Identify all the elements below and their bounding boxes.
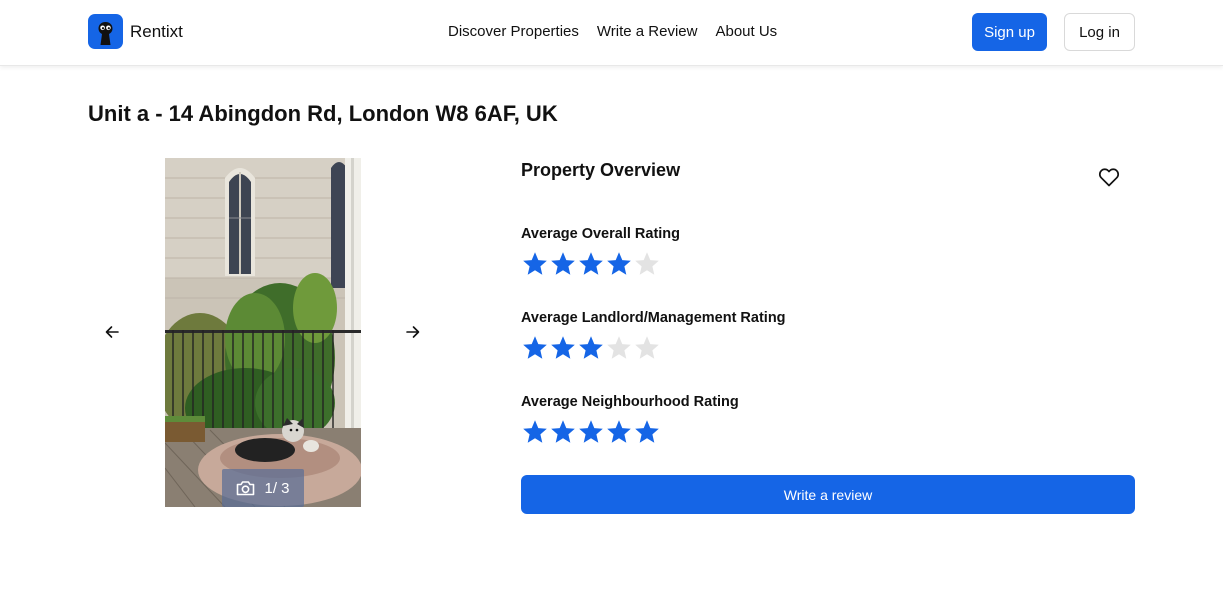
landlord-rating-stars	[521, 334, 661, 362]
star-filled-icon	[551, 420, 575, 443]
star-filled-icon	[523, 420, 547, 443]
neighbourhood-rating-stars	[521, 418, 661, 446]
login-button[interactable]: Log in	[1064, 13, 1135, 51]
star-filled-icon	[579, 336, 603, 359]
signup-button[interactable]: Sign up	[972, 13, 1047, 51]
star-filled-icon	[607, 420, 631, 443]
page-title: Unit a - 14 Abingdon Rd, London W8 6AF, …	[88, 101, 558, 126]
nav-write-a-review[interactable]: Write a Review	[597, 23, 698, 40]
property-photo[interactable]: 1/ 3	[165, 158, 361, 507]
nav-discover-properties[interactable]: Discover Properties	[448, 23, 579, 40]
arrow-right-icon[interactable]	[401, 320, 425, 344]
star-filled-icon	[579, 420, 603, 443]
star-empty-icon	[635, 252, 659, 275]
star-filled-icon	[523, 336, 547, 359]
star-empty-icon	[635, 336, 659, 359]
star-filled-icon	[551, 336, 575, 359]
landlord-rating-label: Average Landlord/Management Rating	[521, 310, 786, 326]
star-filled-icon	[523, 252, 547, 275]
keyhole-logo-icon	[88, 14, 123, 49]
star-empty-icon	[607, 336, 631, 359]
nav-about-us[interactable]: About Us	[715, 23, 777, 40]
camera-icon	[237, 481, 255, 496]
star-filled-icon	[551, 252, 575, 275]
photo-counter: 1/ 3	[222, 469, 304, 507]
overview-title: Property Overview	[521, 160, 681, 180]
heart-icon[interactable]	[1097, 165, 1121, 189]
star-filled-icon	[579, 252, 603, 275]
site-header: Rentixt Discover Properties Write a Revi…	[0, 0, 1223, 66]
main-nav: Discover Properties Write a Review About…	[448, 23, 777, 40]
overall-rating-label: Average Overall Rating	[521, 226, 681, 242]
brand-home-link[interactable]: Rentixt	[88, 14, 183, 49]
neighbourhood-rating-label: Average Neighbourhood Rating	[521, 394, 739, 410]
photo-counter-text: 1/ 3	[264, 479, 290, 497]
brand-name: Rentixt	[130, 21, 183, 41]
arrow-left-icon[interactable]	[100, 320, 124, 344]
star-filled-icon	[635, 420, 659, 443]
write-review-button[interactable]: Write a review	[521, 475, 1135, 514]
overall-rating-stars	[521, 250, 661, 278]
star-filled-icon	[607, 252, 631, 275]
